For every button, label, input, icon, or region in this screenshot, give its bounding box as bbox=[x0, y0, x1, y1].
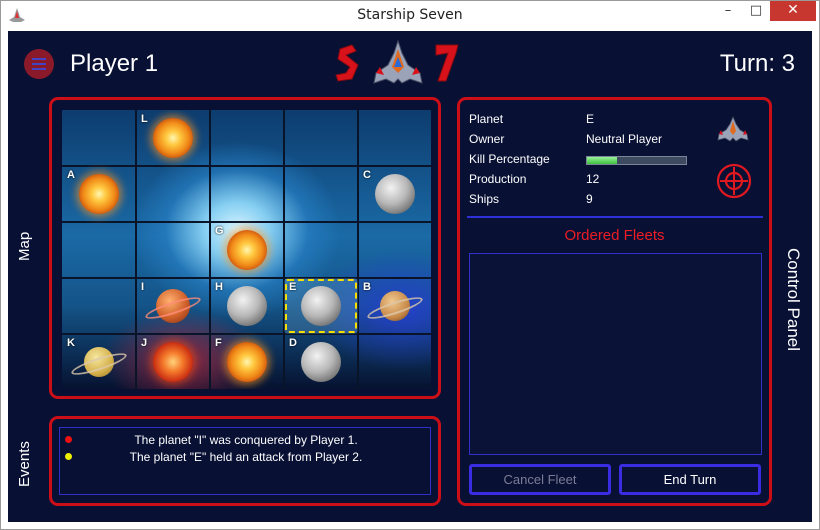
ordered-fleets-title: Ordered Fleets bbox=[564, 227, 665, 244]
planet-moon-icon bbox=[301, 342, 341, 382]
planet-sun-icon bbox=[79, 174, 119, 214]
maximize-button[interactable]: □ bbox=[742, 0, 770, 21]
production-label: Production bbox=[469, 172, 527, 186]
map-cell-e[interactable]: E bbox=[284, 278, 358, 334]
planet-moon-icon bbox=[375, 174, 415, 214]
map-cell-g[interactable]: G bbox=[210, 222, 284, 278]
end-turn-button[interactable]: End Turn bbox=[619, 464, 761, 495]
map-cell-empty[interactable] bbox=[62, 222, 136, 278]
control-panel-label: Control Panel bbox=[784, 248, 803, 352]
minimize-button[interactable]: – bbox=[714, 0, 742, 21]
control-panel-divider bbox=[467, 216, 763, 218]
map-grid: L A C G I H E B K J F D bbox=[62, 110, 431, 389]
ships-label: Ships bbox=[469, 192, 500, 206]
planet-label: G bbox=[215, 225, 224, 237]
send-fleet-ship-icon[interactable] bbox=[716, 116, 750, 142]
map-cell-empty[interactable] bbox=[358, 334, 431, 389]
map-cell-empty[interactable] bbox=[358, 110, 431, 166]
map-cell-empty[interactable] bbox=[358, 222, 431, 278]
planet-label: Planet bbox=[469, 112, 504, 126]
cancel-fleet-button[interactable]: Cancel Fleet bbox=[469, 464, 611, 495]
planet-sun-icon bbox=[227, 342, 267, 382]
event-yellow-dot bbox=[65, 453, 72, 460]
planet-label: B bbox=[363, 281, 371, 293]
events-label: Events bbox=[16, 441, 33, 487]
planet-moon-icon bbox=[227, 286, 267, 326]
owner-value: Neutral Player bbox=[586, 132, 663, 146]
planet-sun-red-icon bbox=[153, 342, 193, 382]
game-window: Player 1 Turn: 3 Map Events Control Pane… bbox=[8, 31, 812, 522]
map-cell-a[interactable]: A bbox=[62, 166, 136, 222]
map-panel: L A C G I H E B K J F D bbox=[49, 97, 441, 399]
control-panel: Planet E Owner Neutral Player Kill Perce… bbox=[457, 97, 772, 506]
map-label: Map bbox=[16, 232, 33, 261]
close-button[interactable]: ✕ bbox=[770, 0, 816, 21]
player-name: Player 1 bbox=[70, 50, 159, 77]
map-cell-empty[interactable] bbox=[62, 110, 136, 166]
map-cell-empty[interactable] bbox=[284, 110, 358, 166]
events-label-text: Events bbox=[16, 441, 33, 487]
events-panel: The planet "I" was conquered by Player 1… bbox=[49, 416, 441, 506]
map-cell-empty[interactable] bbox=[210, 166, 284, 222]
planet-label: H bbox=[215, 281, 223, 293]
ships-value: 9 bbox=[586, 192, 593, 206]
map-cell-empty[interactable] bbox=[136, 222, 210, 278]
owner-label: Owner bbox=[469, 132, 505, 146]
kill-percentage-bar bbox=[586, 156, 687, 165]
planet-label: A bbox=[67, 169, 75, 181]
map-cell-k[interactable]: K bbox=[62, 334, 136, 389]
planet-label: J bbox=[141, 337, 148, 349]
target-icon[interactable] bbox=[716, 163, 752, 199]
planet-label: L bbox=[141, 113, 148, 125]
map-label-text: Map bbox=[16, 231, 33, 261]
planet-value: E bbox=[586, 112, 595, 126]
planet-label: K bbox=[67, 337, 75, 349]
planet-sun-icon bbox=[153, 118, 193, 158]
map-cell-empty[interactable] bbox=[136, 166, 210, 222]
map-cell-c[interactable]: C bbox=[358, 166, 431, 222]
planet-label: C bbox=[363, 169, 371, 181]
game-logo bbox=[335, 39, 459, 84]
map-cell-h[interactable]: H bbox=[210, 278, 284, 334]
title-bar: Starship Seven – □ ✕ bbox=[0, 0, 820, 31]
event-red-dot bbox=[65, 436, 72, 443]
planet-moon-icon bbox=[301, 286, 341, 326]
map-cell-l[interactable]: L bbox=[136, 110, 210, 166]
map-cell-empty[interactable] bbox=[284, 166, 358, 222]
planet-label: F bbox=[215, 337, 222, 349]
event-item: The planet "I" was conquered by Player 1… bbox=[60, 433, 432, 447]
event-item: The planet "E" held an attack from Playe… bbox=[60, 450, 432, 464]
window-title: Starship Seven bbox=[357, 7, 463, 23]
event-text: The planet "E" held an attack from Playe… bbox=[129, 450, 363, 464]
map-cell-empty[interactable] bbox=[210, 110, 284, 166]
kill-percentage-fill bbox=[587, 157, 617, 164]
planet-label: D bbox=[289, 337, 297, 349]
map-cell-f[interactable]: F bbox=[210, 334, 284, 389]
turn-counter: Turn: 3 bbox=[719, 50, 795, 77]
planet-label: I bbox=[141, 281, 145, 293]
ordered-fleets-list[interactable] bbox=[469, 253, 762, 455]
planet-label: E bbox=[289, 281, 297, 293]
map-cell-empty[interactable] bbox=[62, 278, 136, 334]
map-cell-d[interactable]: D bbox=[284, 334, 358, 389]
map-cell-empty[interactable] bbox=[284, 222, 358, 278]
map-cell-i[interactable]: I bbox=[136, 278, 210, 334]
events-list[interactable]: The planet "I" was conquered by Player 1… bbox=[59, 427, 431, 495]
kill-percentage-label: Kill Percentage bbox=[469, 152, 550, 166]
map-cell-j[interactable]: J bbox=[136, 334, 210, 389]
planet-sun-icon bbox=[227, 230, 267, 270]
hamburger-menu-icon[interactable] bbox=[24, 49, 54, 79]
production-value: 12 bbox=[586, 172, 600, 186]
map-cell-b[interactable]: B bbox=[358, 278, 431, 334]
event-text: The planet "I" was conquered by Player 1… bbox=[134, 433, 358, 447]
